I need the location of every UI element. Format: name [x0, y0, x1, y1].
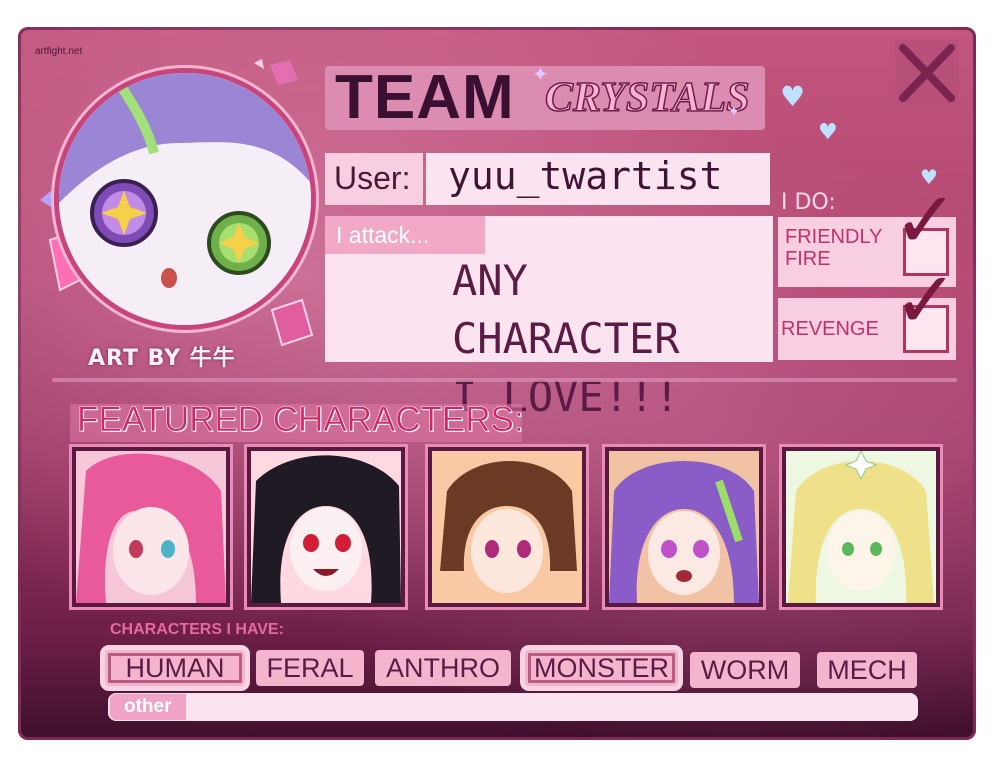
tag-worm[interactable]: WORM: [690, 652, 800, 688]
pink-haired-character-image: [76, 451, 226, 603]
user-avatar: [54, 68, 316, 330]
section-divider: [52, 378, 957, 382]
tag-mech[interactable]: MECH: [817, 652, 917, 688]
sparkle-icon: ✦: [728, 104, 740, 120]
i-do-title: I DO:: [781, 190, 836, 215]
friendly-fire-check-icon: ✓: [893, 176, 959, 266]
black-haired-character-image: [251, 451, 401, 603]
tag-human[interactable]: HUMAN: [105, 650, 245, 686]
tag-feral[interactable]: FERAL: [256, 650, 364, 686]
friendly-fire-label-line2: FIRE: [785, 248, 831, 270]
username-value: yuu_twartist: [448, 154, 723, 198]
tag-monster[interactable]: MONSTER: [525, 650, 678, 686]
artfight-logo-icon: [895, 40, 959, 106]
crystal-decoration-icon: [270, 298, 314, 347]
crystal-decoration-icon: [254, 59, 298, 85]
featured-thumbnail[interactable]: [72, 447, 230, 607]
revenge-check-icon: ✓: [893, 256, 959, 346]
site-watermark: artfight.net: [35, 46, 83, 57]
friendly-fire-label-line1: FRIENDLY: [785, 226, 883, 248]
heart-icon: ♥: [818, 120, 838, 145]
blonde-haired-character-image: [786, 451, 936, 603]
sparkle-icon: ✦: [532, 62, 549, 86]
featured-thumbnail[interactable]: [428, 447, 586, 607]
art-credit: ART BY 牛牛: [88, 346, 236, 371]
user-label: User:: [334, 160, 411, 196]
revenge-label: REVENGE: [781, 318, 879, 340]
tag-anthro[interactable]: ANTHRO: [375, 650, 511, 686]
characters-i-have-title: CHARACTERS I HAVE:: [110, 621, 284, 638]
featured-thumbnail[interactable]: [247, 447, 405, 607]
purple-haired-character-image: [609, 451, 759, 603]
featured-thumbnail[interactable]: [782, 447, 940, 607]
featured-title: FEATURED CHARACTERS:: [77, 400, 524, 440]
team-name: CRYSTALS: [544, 74, 750, 122]
featured-thumbnail[interactable]: [605, 447, 763, 607]
other-input[interactable]: [108, 693, 918, 721]
team-word: TEAM: [335, 63, 515, 132]
heart-icon: ♥: [780, 80, 806, 113]
attack-label: I attack...: [336, 222, 430, 248]
other-label: other: [124, 696, 172, 717]
brown-haired-character-image: [432, 451, 582, 603]
avatar-illustration: [59, 73, 311, 325]
